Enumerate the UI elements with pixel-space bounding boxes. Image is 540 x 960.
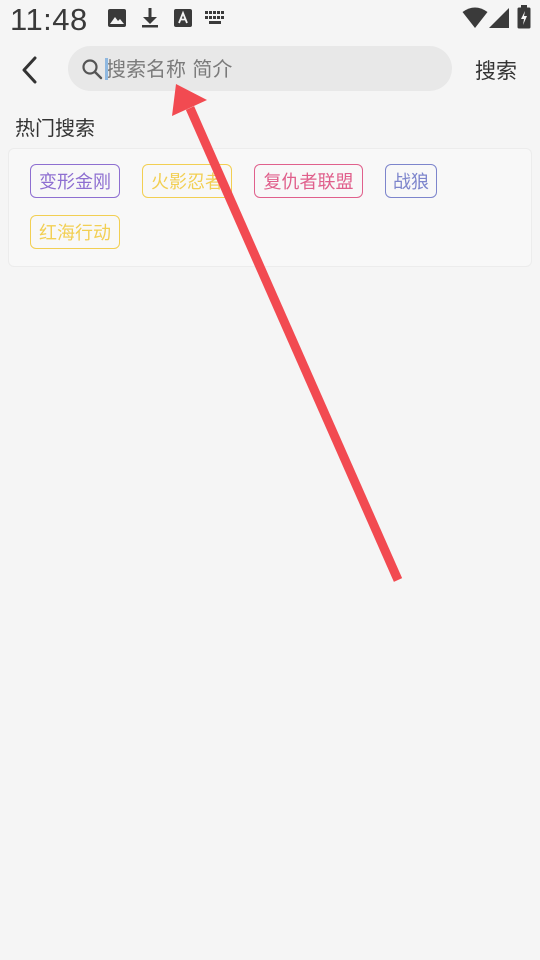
search-screen: 11:48 搜索名称 简介 搜索 热门搜索 变形金刚 火影忍者 复仇者联盟 战狼… — [0, 0, 540, 960]
search-box[interactable] — [68, 46, 452, 91]
keyboard-icon — [205, 11, 224, 24]
signal-icon — [489, 8, 509, 28]
wifi-icon — [462, 7, 488, 28]
hot-tag-operation-red-sea[interactable]: 红海行动 — [30, 215, 120, 249]
hot-search-title: 热门搜索 — [15, 116, 95, 140]
search-input[interactable] — [106, 46, 436, 91]
hot-tag-naruto[interactable]: 火影忍者 — [142, 164, 232, 198]
search-button[interactable]: 搜索 — [466, 52, 526, 88]
hot-tag-avengers[interactable]: 复仇者联盟 — [254, 164, 363, 198]
annotation-arrow — [172, 84, 403, 582]
text-cursor — [105, 58, 108, 80]
hot-tag-transformers[interactable]: 变形金刚 — [30, 164, 120, 198]
hot-search-tags: 变形金刚 火影忍者 复仇者联盟 战狼 红海行动 — [8, 148, 532, 267]
hot-tag-wolf-warrior[interactable]: 战狼 — [385, 164, 437, 198]
text-a-icon — [174, 9, 192, 27]
back-button[interactable] — [10, 50, 50, 90]
download-icon — [142, 8, 158, 28]
image-icon — [108, 9, 126, 27]
search-icon — [82, 59, 103, 80]
battery-icon — [517, 5, 531, 29]
status-time: 11:48 — [10, 2, 88, 37]
chevron-left-icon — [22, 56, 37, 84]
status-bar: 11:48 — [0, 0, 540, 40]
